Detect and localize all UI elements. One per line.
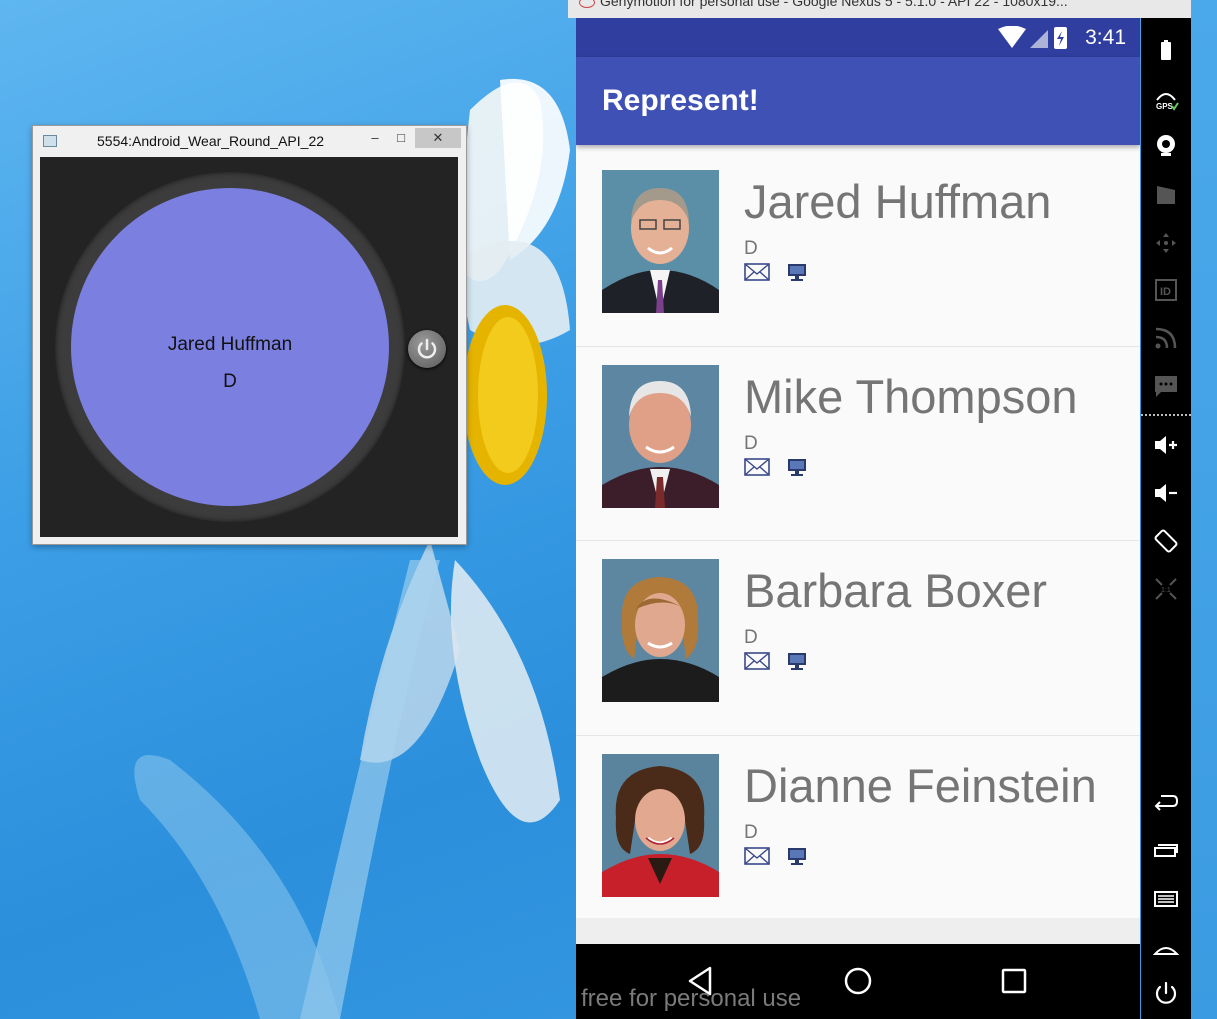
website-icon[interactable] (786, 845, 808, 867)
rep-party: D (744, 238, 758, 259)
id-icon[interactable]: ID (1153, 277, 1179, 303)
power-icon[interactable] (1153, 980, 1179, 1006)
menu-icon[interactable] (1153, 886, 1179, 912)
rep-card[interactable]: Mike Thompson D (576, 346, 1140, 541)
wifi-icon (998, 26, 1026, 48)
camera-icon[interactable] (1153, 132, 1179, 158)
app-title: Represent! (602, 84, 759, 117)
rep-name: Barbara Boxer (744, 564, 1048, 617)
genymotion-sidebar: GPS ID 1:1 (1141, 18, 1191, 1019)
genymotion-titlebar[interactable]: Genymotion for personal use - Google Nex… (568, 0, 1191, 18)
app-bar: Represent! (576, 57, 1140, 145)
volume-down-icon[interactable] (1153, 480, 1179, 506)
rep-photo (602, 364, 719, 508)
watch-rep-name: Jared Huffman (167, 334, 293, 355)
rep-name: Dianne Feinstein (744, 758, 1097, 812)
watch-face[interactable]: Jared Huffman D (71, 188, 389, 506)
status-bar: 3:41 (576, 18, 1140, 57)
pixel-perfect-icon[interactable]: 1:1 (1153, 576, 1179, 602)
representatives-list: Jared Huffman D Mike Thompson D Barbara … (576, 152, 1140, 930)
svg-text:ID: ID (1160, 286, 1171, 298)
rotate-icon[interactable] (1153, 528, 1179, 554)
list-end-spacer (576, 918, 1140, 944)
watch-bezel: Jared Huffman D (55, 172, 405, 522)
sidebar-separator (1141, 414, 1191, 416)
rep-party: D (744, 821, 758, 843)
desktop-edge (1191, 0, 1217, 1019)
wear-screen: Jared Huffman D (40, 157, 458, 537)
rep-name: Jared Huffman (744, 175, 1052, 228)
back-icon[interactable] (1153, 788, 1179, 814)
close-button[interactable]: ✕ (415, 128, 461, 148)
status-icons (998, 26, 1067, 49)
android-phone-screen: 3:41 Represent! Jared Huffman D Mike Tho… (576, 18, 1140, 1019)
status-time: 3:41 (1085, 26, 1126, 49)
power-button[interactable] (408, 330, 446, 368)
watermark: free for personal use (581, 985, 802, 1012)
svg-text:1:1: 1:1 (1161, 587, 1171, 594)
app-window-icon (43, 135, 57, 147)
android-nav-bar: free for personal use (576, 944, 1140, 1019)
battery-icon[interactable] (1153, 38, 1179, 64)
rep-party: D (744, 627, 758, 648)
wear-emulator-window[interactable]: 5554:Android_Wear_Round_API_22 – □ ✕ Jar… (32, 125, 467, 545)
svg-text:GPS: GPS (1156, 102, 1174, 111)
website-icon[interactable] (786, 261, 808, 283)
video-icon[interactable] (1153, 182, 1179, 208)
rep-party: D (744, 432, 758, 454)
email-icon[interactable] (744, 651, 770, 671)
website-icon[interactable] (786, 456, 808, 478)
volume-up-icon[interactable] (1153, 432, 1179, 458)
maximize-button[interactable]: □ (386, 128, 416, 148)
home-icon[interactable] (1153, 934, 1179, 960)
rep-card[interactable]: Jared Huffman D (576, 152, 1140, 347)
dpad-icon[interactable] (1153, 230, 1179, 256)
gps-icon[interactable]: GPS (1153, 88, 1179, 114)
rep-photo (602, 559, 719, 702)
email-icon[interactable] (744, 846, 770, 866)
genymotion-logo-icon (579, 0, 595, 8)
nav-home-icon[interactable] (841, 964, 875, 998)
rep-name: Mike Thompson (744, 369, 1078, 423)
rep-photo (602, 753, 719, 897)
email-icon[interactable] (744, 262, 770, 282)
wear-window-title: 5554:Android_Wear_Round_API_22 (97, 133, 325, 149)
signal-icon (1030, 30, 1048, 48)
website-icon[interactable] (786, 650, 808, 672)
genymotion-title: Genymotion for personal use - Google Nex… (600, 0, 1068, 9)
rep-card[interactable]: Barbara Boxer D (576, 541, 1140, 736)
recent-apps-icon[interactable] (1153, 838, 1179, 864)
nav-recents-icon[interactable] (997, 964, 1031, 998)
sms-icon[interactable] (1153, 373, 1179, 399)
rep-photo (602, 170, 719, 313)
wear-titlebar[interactable]: 5554:Android_Wear_Round_API_22 – □ ✕ (33, 126, 466, 154)
watch-rep-party: D (223, 371, 237, 392)
email-icon[interactable] (744, 457, 770, 477)
rep-card[interactable]: Dianne Feinstein D (576, 735, 1140, 930)
power-icon (417, 338, 437, 359)
rss-icon[interactable] (1153, 325, 1179, 351)
